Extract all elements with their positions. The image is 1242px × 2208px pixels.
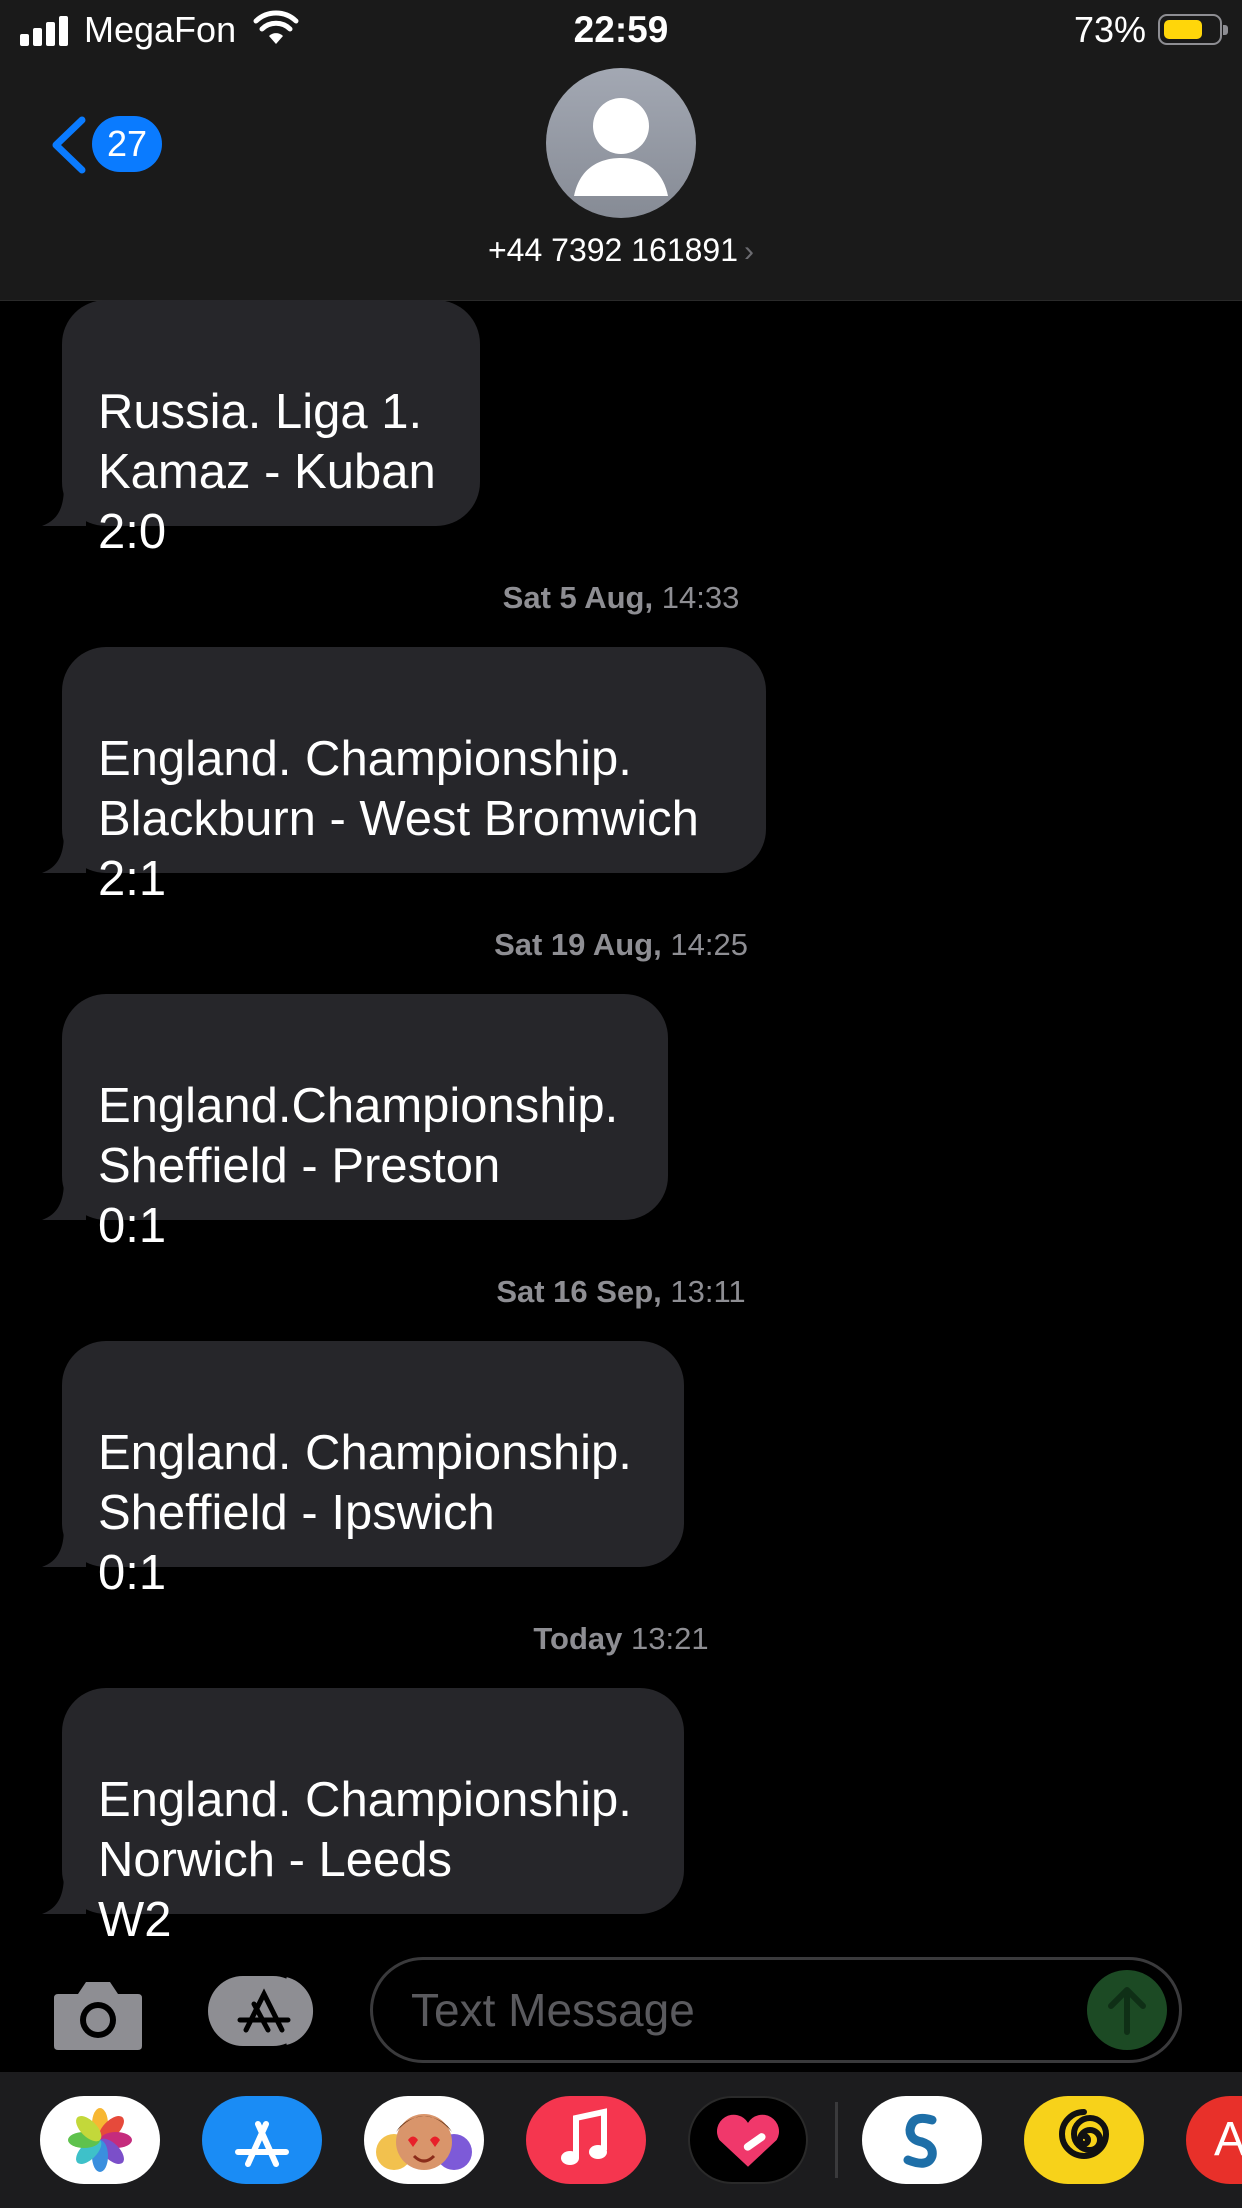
chevron-left-icon: [52, 116, 86, 174]
partial-app-icon[interactable]: A: [1186, 2096, 1242, 2184]
bubble-tail: [42, 1527, 86, 1567]
compose-bar: [0, 1950, 1242, 2070]
camera-icon[interactable]: [52, 1976, 144, 2052]
heart-app-icon[interactable]: [688, 2096, 808, 2184]
drawer-divider: [835, 2102, 838, 2178]
message-field[interactable]: [370, 1957, 1182, 2063]
conversation-header: MegaFon 22:59 73% 27 +44 7392 161891 ›: [0, 0, 1242, 301]
arrow-up-icon: [1108, 1987, 1146, 2035]
message-input[interactable]: [409, 1976, 1053, 2044]
send-button[interactable]: [1087, 1970, 1167, 2050]
shazam-like-icon[interactable]: [862, 2096, 982, 2184]
message-bubble[interactable]: England. Championship. Norwich - Leeds W…: [42, 1688, 684, 1947]
message-timestamp: Sat 19 Aug, 14:25: [494, 927, 748, 962]
battery-icon: [1158, 14, 1228, 45]
spiral-app-icon[interactable]: [1024, 2096, 1144, 2184]
chevron-right-icon: ›: [744, 235, 755, 268]
battery-percent: 73%: [1073, 9, 1146, 50]
clock: 22:59: [573, 9, 669, 50]
person-icon: [574, 98, 668, 196]
app-drawer: A: [0, 2072, 1242, 2208]
message-thread[interactable]: Russia. Liga 1. Kamaz - Kuban 2:0 Sat 5 …: [0, 300, 1242, 1950]
message-text: England. Championship. Sheffield - Ipswi…: [98, 1426, 632, 1600]
app-store-icon[interactable]: [202, 2096, 322, 2184]
photos-icon[interactable]: [40, 2096, 160, 2184]
bubble-tail: [42, 486, 86, 526]
bubble-tail: [42, 1180, 86, 1220]
message-bubble[interactable]: England.Championship. Sheffield - Presto…: [42, 994, 668, 1253]
message-bubble[interactable]: England. Championship. Blackburn - West …: [42, 647, 766, 906]
contact-avatar[interactable]: [546, 68, 696, 218]
back-button[interactable]: 27: [48, 112, 168, 178]
message-text: England.Championship. Sheffield - Presto…: [98, 1079, 619, 1253]
message-bubble[interactable]: Russia. Liga 1. Kamaz - Kuban 2:0: [42, 300, 480, 559]
message-timestamp: Today 13:21: [533, 1621, 709, 1656]
bubble-tail: [42, 833, 86, 873]
message-text: England. Championship. Norwich - Leeds W…: [98, 1773, 632, 1947]
contact-number: +44 7392 161891: [487, 232, 739, 268]
partial-app-label: A: [1214, 2113, 1242, 2166]
memoji-icon[interactable]: [364, 2096, 484, 2184]
app-store-drawer-icon[interactable]: [208, 1974, 320, 2048]
unread-badge: 27: [92, 116, 162, 172]
contact-details-button[interactable]: +44 7392 161891 ›: [0, 232, 1242, 269]
message-bubble[interactable]: England. Championship. Sheffield - Ipswi…: [42, 1341, 684, 1600]
music-icon[interactable]: [526, 2096, 646, 2184]
message-text: Russia. Liga 1. Kamaz - Kuban 2:0: [98, 385, 436, 559]
bubble-tail: [42, 1874, 86, 1914]
status-bar: MegaFon 22:59 73%: [0, 0, 1242, 62]
message-timestamp: Sat 5 Aug, 14:33: [502, 580, 740, 615]
message-timestamp: Sat 16 Sep, 13:11: [496, 1274, 746, 1309]
message-text: England. Championship. Blackburn - West …: [98, 732, 699, 906]
